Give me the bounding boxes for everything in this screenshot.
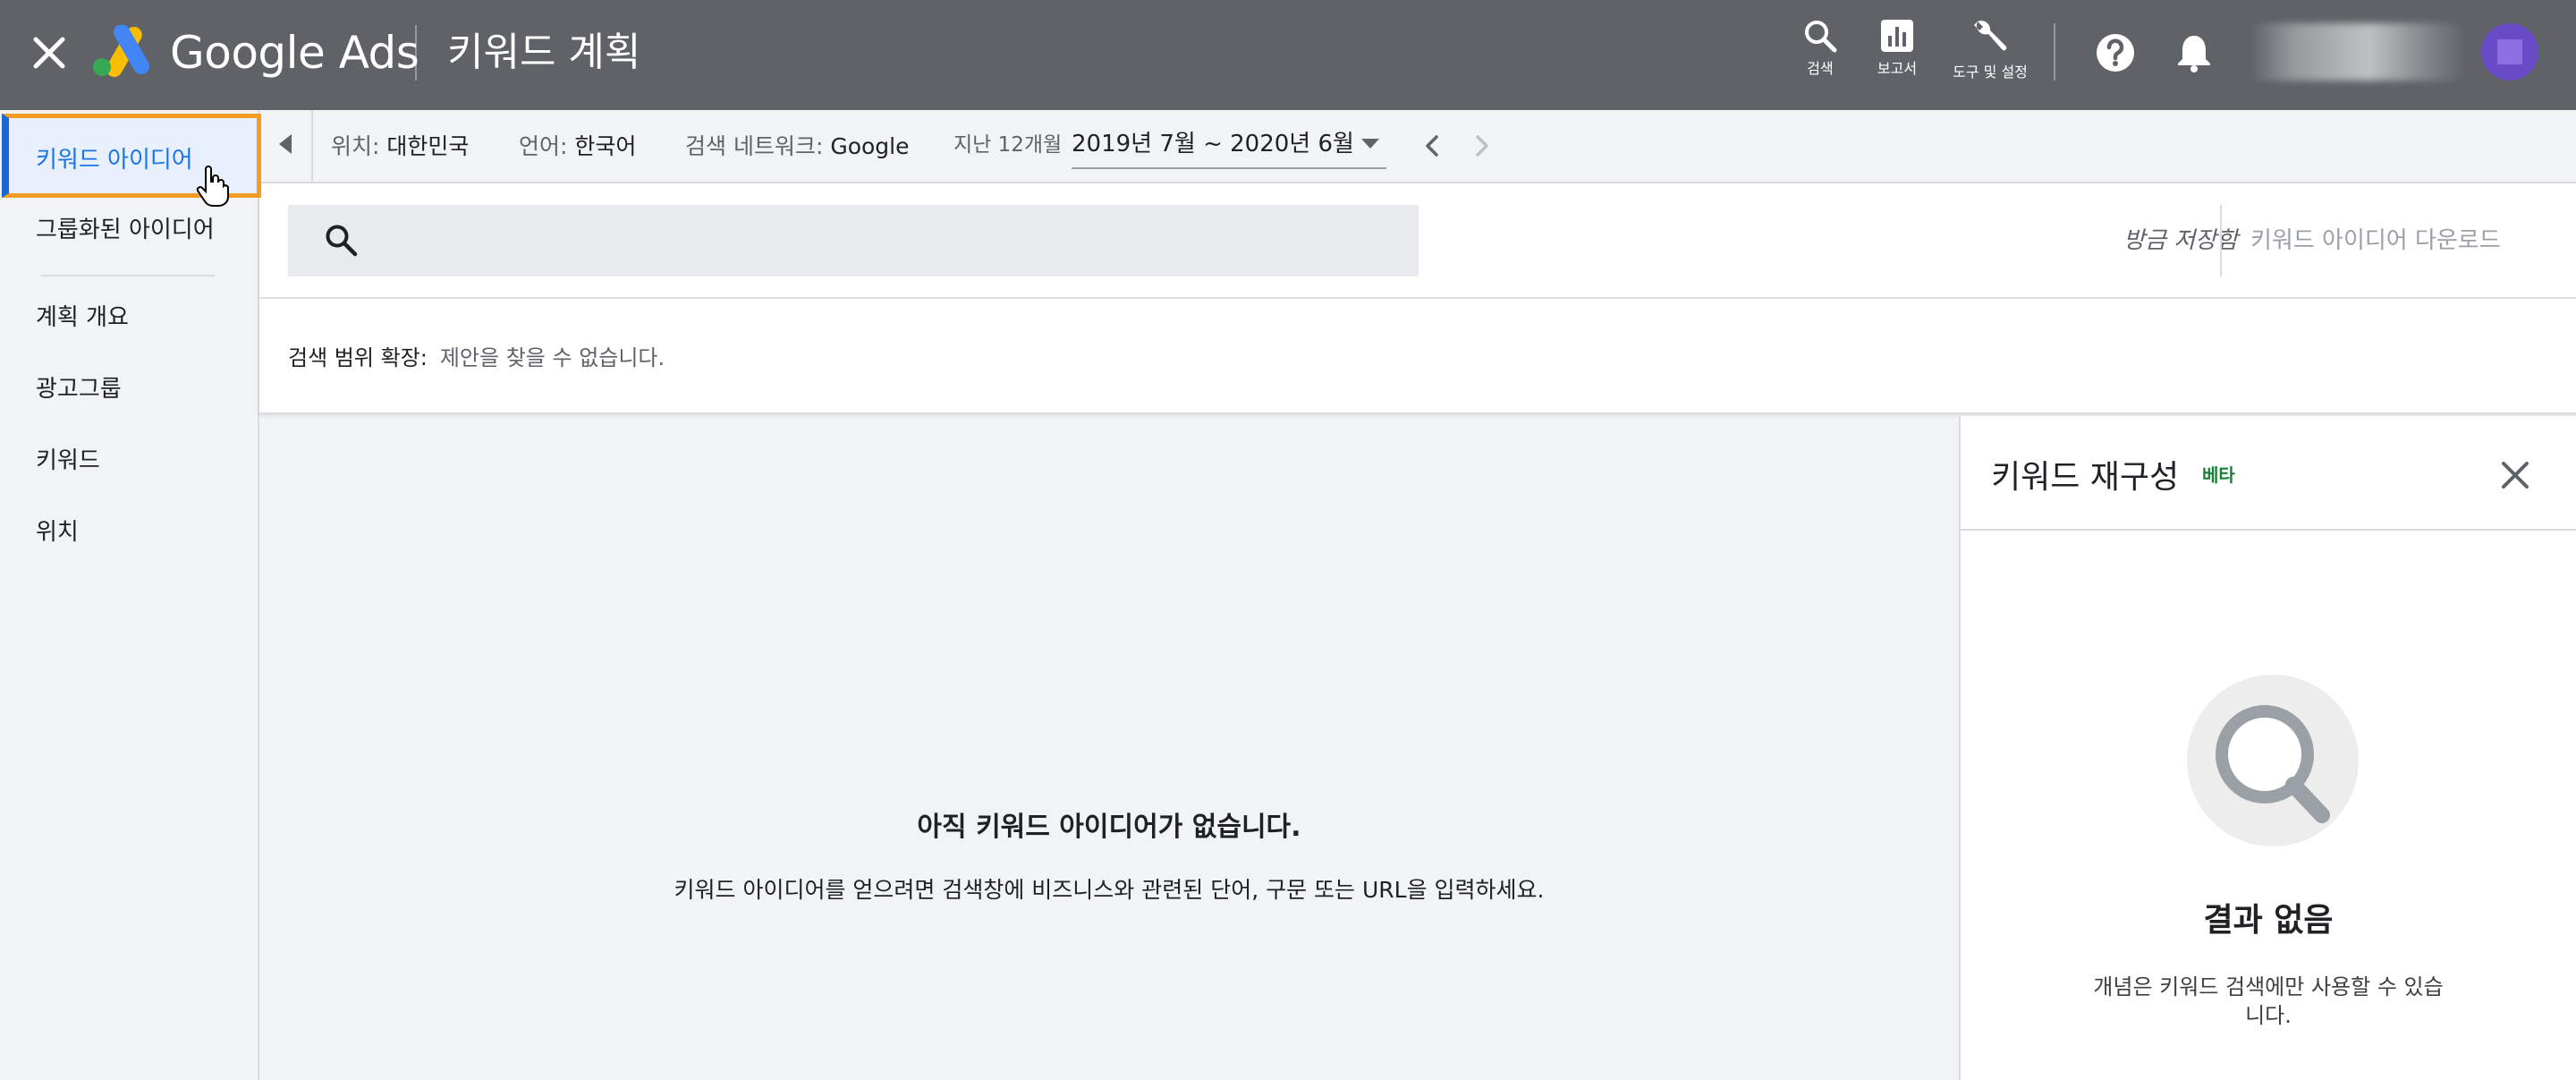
- language-filter[interactable]: 언어: 한국어: [519, 110, 636, 183]
- date-range-value: 2019년 7월 ~ 2020년 6월: [1072, 131, 1354, 157]
- language-filter-label: 언어:: [519, 133, 568, 159]
- redacted-account-text: [2250, 23, 2465, 81]
- panel-divider: [259, 297, 2576, 299]
- date-range-select[interactable]: 2019년 7월 ~ 2020년 6월: [1072, 123, 1386, 169]
- header-tools-label: 도구 및 설정: [1953, 64, 2028, 81]
- hand-cursor-icon: [196, 166, 229, 207]
- keyword-search-input[interactable]: [386, 205, 1397, 276]
- broaden-search-label: 검색 범위 확장:: [288, 345, 428, 370]
- empty-state-title: 아직 키워드 아이디어가 없습니다.: [917, 812, 1301, 843]
- sidebar-item-plan-overview[interactable]: 계획 개요: [0, 282, 259, 353]
- sidebar-divider: [41, 275, 215, 276]
- sidebar-item-ad-groups[interactable]: 광고그룹: [0, 353, 259, 425]
- beta-badge: 베타: [2202, 464, 2235, 486]
- saved-status: 방금 저장함: [2123, 227, 2238, 254]
- sidebar-nav: 키워드 아이디어 그룹화된 아이디어 계획 개요 광고그룹 키워드 위치: [0, 110, 261, 1080]
- title-divider: [415, 25, 417, 81]
- date-range-label: 지난 12개월: [953, 133, 1063, 157]
- search-icon: [326, 225, 358, 257]
- dropdown-caret-icon: [1361, 139, 1379, 149]
- download-keyword-ideas-button[interactable]: 키워드 아이디어 다운로드: [2250, 205, 2501, 276]
- chevron-left-icon[interactable]: [1417, 130, 1449, 162]
- magnifier-illustration-icon: [2187, 675, 2359, 846]
- notification-bell-icon[interactable]: [2172, 30, 2216, 75]
- close-icon[interactable]: [2497, 457, 2533, 493]
- sidebar-item-keywords[interactable]: 키워드: [0, 425, 259, 497]
- header-tools-button[interactable]: 도구 및 설정: [1932, 18, 2048, 89]
- bar-chart-icon: [1881, 20, 1913, 52]
- google-ads-logo-icon: [93, 25, 149, 77]
- refine-panel-header: 키워드 재구성 베타: [1961, 416, 2576, 531]
- search-icon: [1805, 21, 1837, 53]
- no-result-description: 개념은 키워드 검색에만 사용할 수 있습니다.: [2093, 974, 2444, 1028]
- account-name-redacted[interactable]: [2250, 23, 2465, 81]
- location-filter-value: 대한민국: [386, 133, 470, 159]
- location-filter[interactable]: 위치: 대한민국: [331, 110, 469, 183]
- wrench-icon: [1974, 21, 2007, 51]
- language-filter-value: 한국어: [574, 133, 637, 159]
- filter-bar: 위치: 대한민국 언어: 한국어 검색 네트워크: Google 지난 12개월…: [259, 110, 2576, 183]
- top-header: Google Ads 키워드 계획 검색 보고서 도구 및 설정: [0, 0, 2576, 110]
- network-filter[interactable]: 검색 네트워크: Google: [685, 110, 910, 183]
- broaden-search-value: 제안을 찾을 수 없습니다.: [439, 345, 665, 370]
- no-result-title: 결과 없음: [2203, 902, 2334, 939]
- avatar-initial: [2497, 39, 2522, 64]
- network-filter-label: 검색 네트워크:: [685, 133, 824, 159]
- location-filter-label: 위치:: [331, 133, 380, 159]
- keyword-ideas-empty-state: 아직 키워드 아이디어가 없습니다. 키워드 아이디어를 얻으려면 검색창에 비…: [259, 416, 1959, 1080]
- help-icon[interactable]: [2093, 30, 2138, 75]
- sidebar-item-locations[interactable]: 위치: [0, 497, 259, 568]
- tools-divider: [2054, 23, 2055, 81]
- broaden-search-row: 검색 범위 확장: 제안을 찾을 수 없습니다.: [288, 300, 665, 416]
- page-title: 키워드 계획: [447, 30, 641, 75]
- close-icon[interactable]: [30, 34, 68, 72]
- network-filter-value: Google: [830, 133, 910, 159]
- refine-keywords-panel: 키워드 재구성 베타 결과 없음 개념은 키워드 검색에만 사용할 수 있습니다…: [1959, 416, 2576, 1080]
- brand-name: Google Ads: [170, 27, 419, 79]
- keyword-search-box[interactable]: [288, 205, 1419, 276]
- action-divider: [2220, 205, 2222, 276]
- refine-panel-title: 키워드 재구성: [1991, 459, 2180, 496]
- chevron-right-icon[interactable]: [1465, 130, 1497, 162]
- caret-left-icon: [279, 134, 292, 154]
- empty-state-description: 키워드 아이디어를 얻으려면 검색창에 비즈니스와 관련된 단어, 구문 또는 …: [674, 877, 1545, 903]
- search-panel: 방금 저장함 키워드 아이디어 다운로드 검색 범위 확장: 제안을 찾을 수 없…: [259, 183, 2576, 414]
- sidebar-collapse-button[interactable]: [259, 110, 313, 182]
